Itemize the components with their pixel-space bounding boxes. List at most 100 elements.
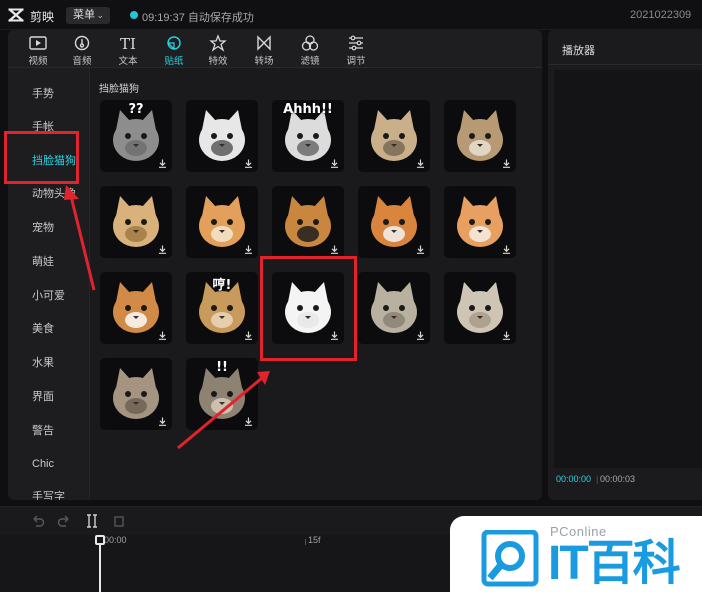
ruler-label-start: 00:00 <box>104 535 127 545</box>
menu-button[interactable]: 菜单 ⌄ <box>66 7 110 24</box>
download-icon[interactable] <box>244 331 253 340</box>
tab-transition-label: 转场 <box>254 56 274 67</box>
current-time: 00:00:00 <box>556 474 592 484</box>
sticker-item[interactable] <box>444 186 516 258</box>
pconline-logo-icon <box>481 530 539 587</box>
sticker-item[interactable] <box>100 272 172 344</box>
download-icon[interactable] <box>244 159 253 168</box>
sticker-item[interactable] <box>358 272 430 344</box>
split-icon[interactable] <box>84 513 100 529</box>
delete-icon[interactable] <box>111 513 127 529</box>
sticker-item[interactable] <box>444 100 516 172</box>
sidebar-item-chic[interactable]: Chic <box>8 452 90 476</box>
download-icon[interactable] <box>502 159 511 168</box>
sidebar-item-cute[interactable]: 小可爱 <box>8 284 90 308</box>
menu-button-label: 菜单 <box>73 9 95 21</box>
playhead[interactable] <box>99 540 101 592</box>
tab-audio-label: 音频 <box>72 56 92 67</box>
player-panel: 播放器 00:00:00 | 00:00:03 <box>548 30 702 500</box>
tab-video[interactable]: 视频 <box>16 32 60 67</box>
project-name: 2021022309 <box>630 9 692 21</box>
download-icon[interactable] <box>244 417 253 426</box>
video-icon <box>29 36 47 50</box>
sidebar-item-interface[interactable]: 界面 <box>8 385 90 409</box>
tab-filter[interactable]: 滤镜 <box>288 32 332 67</box>
sticker-item[interactable] <box>272 186 344 258</box>
save-status: 09:19:37 自动保存成功 <box>142 12 254 24</box>
sticker-item[interactable]: Ahhh!! <box>272 100 344 172</box>
asset-toolbar: 视频 音频 TI 文本 贴纸 特效 转场 滤镜 调节 <box>8 30 542 68</box>
tab-filter-label: 滤镜 <box>300 56 320 67</box>
player-preview[interactable] <box>554 70 702 468</box>
tab-audio[interactable]: 音频 <box>60 32 104 67</box>
sticker-item[interactable] <box>100 186 172 258</box>
playhead-handle[interactable] <box>95 535 105 545</box>
sidebar-item-animal-avatar[interactable]: 动物头像 <box>8 182 90 206</box>
sticker-item[interactable] <box>186 186 258 258</box>
download-icon[interactable] <box>502 331 511 340</box>
tab-effects[interactable]: 特效 <box>196 32 240 67</box>
tab-effects-label: 特效 <box>208 56 228 67</box>
ruler-tick <box>305 539 306 545</box>
app-name: 剪映 <box>30 10 55 24</box>
category-title: 挡脸猫狗 <box>99 84 139 95</box>
tab-text[interactable]: TI 文本 <box>106 32 150 67</box>
tab-transition[interactable]: 转场 <box>242 32 286 67</box>
sticker-item[interactable] <box>358 100 430 172</box>
sticker-item[interactable] <box>358 186 430 258</box>
sticker-item[interactable] <box>186 100 258 172</box>
sidebar-item-babies[interactable]: 萌娃 <box>8 250 90 274</box>
tab-sticker[interactable]: 贴纸 <box>152 32 196 67</box>
adjust-icon <box>349 35 363 51</box>
tab-text-label: 文本 <box>118 56 138 67</box>
sidebar-item-food[interactable]: 美食 <box>8 317 90 341</box>
save-status-icon <box>130 11 138 19</box>
annotation-highlight-category <box>4 131 79 184</box>
total-time: 00:00:03 <box>600 474 636 484</box>
sticker-caption: ?? <box>128 102 144 117</box>
sidebar-item-gesture[interactable]: 手势 <box>8 82 90 106</box>
time-separator: | <box>596 474 599 484</box>
tab-video-label: 视频 <box>28 56 48 67</box>
download-icon[interactable] <box>158 245 167 254</box>
download-icon[interactable] <box>158 417 167 426</box>
sticker-item[interactable] <box>444 272 516 344</box>
download-icon[interactable] <box>416 245 425 254</box>
tab-adjust[interactable]: 调节 <box>334 32 378 67</box>
effects-icon <box>209 34 227 52</box>
sidebar-item-warning[interactable]: 警告 <box>8 419 90 443</box>
ruler-label-15f: 15f <box>308 535 321 545</box>
sticker-caption: Ahhh!! <box>283 102 333 117</box>
download-icon[interactable] <box>330 159 339 168</box>
svg-text:TI: TI <box>120 35 136 52</box>
download-icon[interactable] <box>330 245 339 254</box>
download-icon[interactable] <box>502 245 511 254</box>
tab-adjust-label: 调节 <box>346 56 366 67</box>
audio-icon <box>74 35 90 51</box>
sticker-caption: 哼! <box>212 278 232 293</box>
sticker-icon <box>167 36 181 50</box>
sticker-item[interactable]: 哼! <box>186 272 258 344</box>
download-icon[interactable] <box>416 159 425 168</box>
watermark-name: IT百科 <box>548 537 681 590</box>
watermark: PConline IT百科 <box>450 516 702 592</box>
sticker-item[interactable]: !! <box>186 358 258 430</box>
annotation-highlight-sticker <box>260 256 357 361</box>
player-divider <box>548 64 702 65</box>
sticker-item[interactable] <box>100 358 172 430</box>
filter-icon <box>301 35 319 51</box>
sticker-item[interactable]: ?? <box>100 100 172 172</box>
download-icon[interactable] <box>244 245 253 254</box>
title-bar: 剪映 菜单 ⌄ 09:19:37 自动保存成功 2021022309 <box>0 0 702 30</box>
sidebar-item-handwriting[interactable]: 手写字 <box>8 485 90 500</box>
sticker-caption: !! <box>216 360 228 375</box>
app-logo-icon <box>8 8 24 22</box>
redo-icon[interactable] <box>56 513 72 529</box>
download-icon[interactable] <box>158 159 167 168</box>
download-icon[interactable] <box>416 331 425 340</box>
undo-icon[interactable] <box>30 513 46 529</box>
sidebar-item-pets[interactable]: 宠物 <box>8 216 90 240</box>
chevron-down-icon: ⌄ <box>96 10 104 20</box>
sidebar-item-fruit[interactable]: 水果 <box>8 351 90 375</box>
download-icon[interactable] <box>158 331 167 340</box>
